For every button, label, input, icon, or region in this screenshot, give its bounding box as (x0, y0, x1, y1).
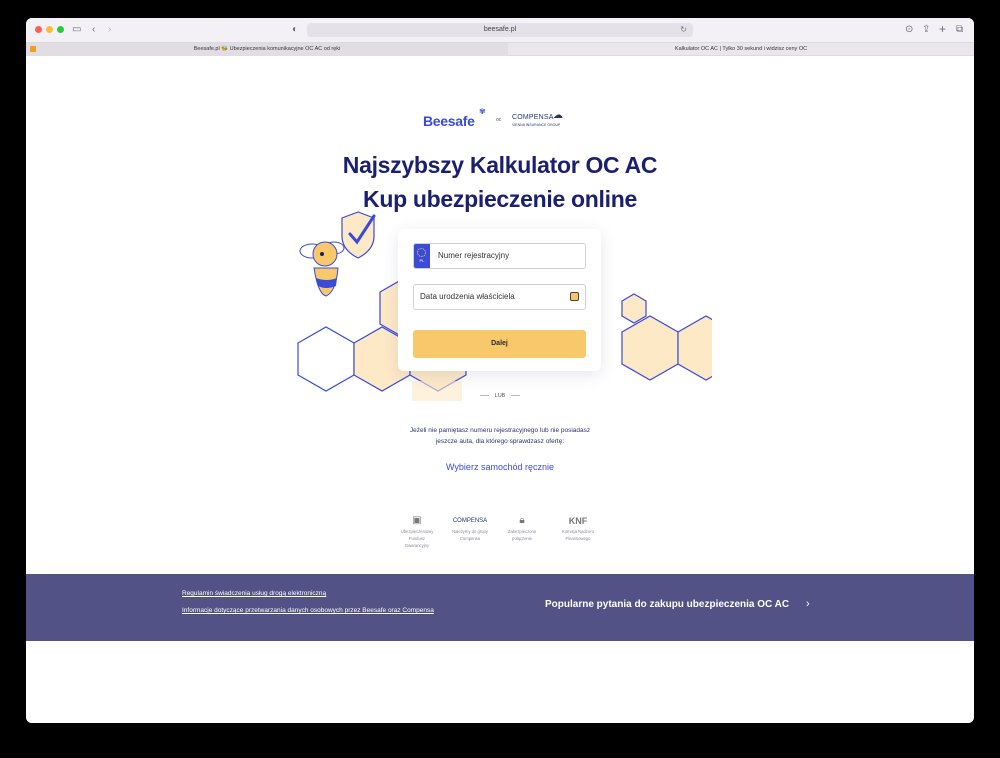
birthdate-placeholder: Data urodzenia właściciela (420, 292, 515, 301)
lock-icon: 🔒︎ (519, 515, 525, 526)
tab-kalkulator[interactable]: Kalkulator OC AC | Tylko 30 sekund i wid… (508, 43, 974, 56)
bee-mascot-icon (299, 241, 345, 297)
plate-country-code: PL (419, 258, 425, 263)
registration-placeholder: Numer rejestracyjny (438, 251, 510, 260)
page-footer: Regulamin świadczenia usług drogą elektr… (26, 574, 974, 641)
address-bar[interactable]: beesafe.pl ↻ (307, 23, 693, 37)
share-icon[interactable]: ⇪ (922, 22, 930, 38)
badge-label: połączenie (511, 536, 533, 541)
badge-label: Gwarancyjny (404, 543, 430, 548)
choose-car-manually-link[interactable]: Wybierz samochód ręcznie (26, 462, 974, 472)
reload-icon[interactable]: ↻ (680, 24, 687, 36)
help-text-line1: Jeżeli nie pamiętasz numeru rejestracyjn… (409, 427, 591, 434)
compensa-tagline: VIENNA INSURANCE GROUP (512, 123, 561, 127)
zoom-window-button[interactable] (57, 26, 64, 33)
compensa-logo: COMPENSA (512, 114, 554, 121)
badge-label: Compensa (459, 536, 481, 541)
help-text-line2: jeszcze auta, dla którego sprawdzasz ofe… (435, 438, 565, 445)
forward-icon[interactable]: › (108, 22, 111, 38)
badge-label: Komisja Nadzoru (562, 529, 594, 534)
owner-birthdate-input[interactable]: Data urodzenia właściciela (413, 284, 586, 310)
tab-title: Beesafe.pl 🐝 Ubezpieczenia komunikacyjne… (193, 46, 341, 52)
faq-link[interactable]: Popularne pytania do zakupu ubezpieczeni… (545, 599, 789, 610)
ufg-icon: ▣ (412, 515, 422, 526)
next-button[interactable]: Dalej (413, 330, 586, 358)
address-url: beesafe.pl (483, 26, 517, 33)
badge-label: Ubezpieczeniowy (400, 529, 434, 534)
ufg-badge: ▣ Ubezpieczeniowy Fundusz Gwarancyjny (392, 514, 442, 549)
beesafe-logo[interactable]: Beesafe (423, 113, 475, 129)
badge-label: Należymy do grupy (452, 529, 488, 534)
eu-stars-icon (417, 248, 426, 257)
sidebar-toggle-icon[interactable]: ▭ (72, 22, 81, 38)
close-window-button[interactable] (35, 26, 42, 33)
secure-connection-badge: 🔒︎ Zabezpieczone połączenie (497, 514, 547, 542)
web-page: Beesafe ✾ oc COMPENSA ☁ VIENNA INSURANCE… (26, 56, 974, 723)
bee-wing-icon: ✾ (479, 107, 486, 116)
site-favicon-icon (30, 46, 36, 52)
privacy-shield-icon[interactable]: ◐ (292, 22, 298, 38)
logo-connector: oc (496, 117, 502, 123)
compensa-icon: COMPENSA (452, 518, 488, 524)
privacy-info-link[interactable]: Informacje dotyczące przetwarzania danyc… (182, 607, 434, 614)
compensa-group-badge: COMPENSA Należymy do grupy Compensa (445, 514, 495, 542)
badge-label: Zabezpieczone (507, 529, 537, 534)
tab-strip: Beesafe.pl 🐝 Ubezpieczenia komunikacyjne… (26, 42, 974, 56)
new-tab-icon[interactable]: + (939, 21, 946, 37)
tab-beesafe-home[interactable]: Beesafe.pl 🐝 Ubezpieczenia komunikacyjne… (26, 43, 508, 56)
knf-icon: KNF (568, 516, 588, 526)
terms-link[interactable]: Regulamin świadczenia usług drogą elektr… (182, 590, 326, 597)
calculator-form-card: PL Numer rejestracyjny Data urodzenia wł… (398, 229, 601, 371)
badge-label: Fundusz (408, 536, 426, 541)
minimize-window-button[interactable] (46, 26, 53, 33)
eu-plate-badge: PL (414, 244, 430, 268)
compensa-cloud-icon: ☁ (553, 110, 563, 121)
or-divider: LUB (26, 393, 974, 399)
shield-check-icon (341, 211, 375, 259)
tab-overview-icon[interactable]: ⧉ (956, 22, 963, 38)
hero-title-line1: Najszybszy Kalkulator OC AC (342, 152, 658, 178)
browser-toolbar: ▭ ‹ › ◐ beesafe.pl ↻ ⊙ ⇪ + ⧉ (26, 18, 974, 42)
tab-title: Kalkulator OC AC | Tylko 30 sekund i wid… (674, 46, 808, 52)
knf-badge: KNF Komisja Nadzoru Finansowego (553, 514, 603, 542)
browser-window: ▭ ‹ › ◐ beesafe.pl ↻ ⊙ ⇪ + ⧉ Beesafe.pl … (26, 18, 974, 723)
downloads-icon[interactable]: ⊙ (905, 22, 913, 38)
calendar-icon[interactable] (570, 292, 579, 301)
badge-label: Finansowego (565, 536, 591, 541)
chevron-right-icon[interactable]: › (806, 598, 810, 610)
back-icon[interactable]: ‹ (92, 22, 95, 38)
brand-logos: Beesafe ✾ oc COMPENSA ☁ VIENNA INSURANCE… (423, 107, 583, 131)
registration-number-input[interactable]: PL Numer rejestracyjny (413, 243, 586, 269)
